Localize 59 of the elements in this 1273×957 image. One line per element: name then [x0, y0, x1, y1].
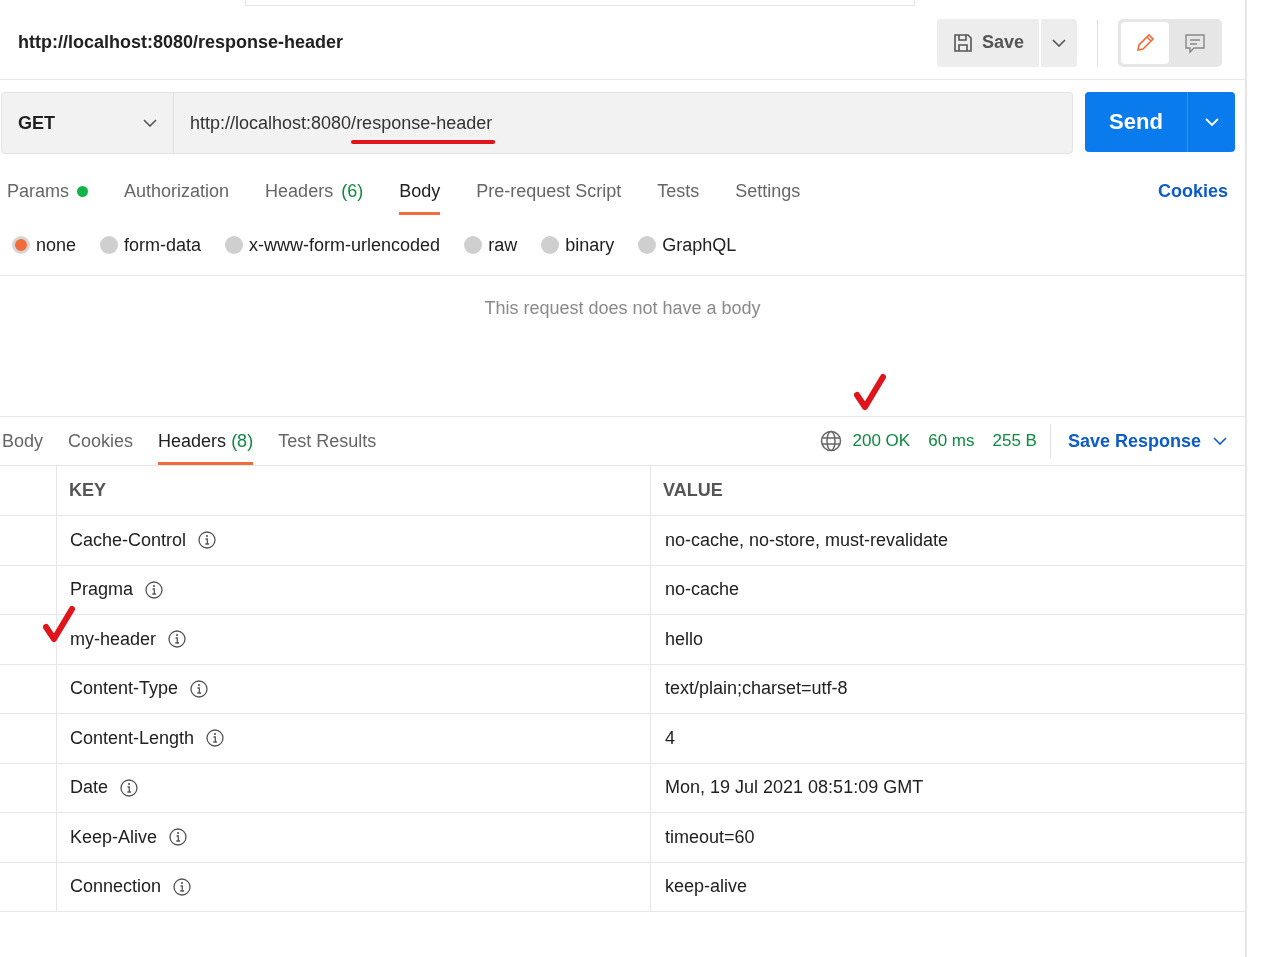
request-tab[interactable]: Tests	[657, 167, 700, 215]
save-button[interactable]: Save	[937, 18, 1039, 67]
header-key: Connection	[70, 876, 162, 898]
info-icon[interactable]	[120, 778, 139, 797]
save-icon	[951, 31, 974, 54]
body-type-radio[interactable]: binary	[541, 232, 615, 258]
response-size[interactable]: 255 B	[992, 431, 1037, 451]
info-icon[interactable]	[173, 877, 192, 896]
header-value: keep-alive	[665, 876, 748, 898]
request-tab[interactable]: Params	[7, 167, 88, 215]
response-time[interactable]: 60 ms	[928, 431, 975, 451]
save-response-button[interactable]: Save Response	[1067, 417, 1227, 465]
request-tab[interactable]: Body	[399, 167, 441, 215]
pencil-icon	[1134, 31, 1156, 54]
globe-icon[interactable]	[819, 430, 842, 452]
header-value: no-cache	[665, 579, 740, 601]
column-header: KEY	[69, 480, 106, 501]
info-icon[interactable]	[198, 531, 217, 550]
header-key: Date	[70, 777, 109, 799]
empty-body-message: This request does not have a body	[484, 298, 761, 320]
response-tab[interactable]: Headers (8)	[158, 417, 254, 465]
request-title: http://localhost:8080/response-header	[18, 32, 344, 53]
request-tab[interactable]: Settings	[735, 167, 801, 215]
request-tab[interactable]: Pre-request Script	[476, 167, 622, 215]
response-tab[interactable]: Test Results	[278, 417, 377, 465]
request-tab[interactable]: Headers (6)	[265, 167, 364, 215]
header-key: my-header	[70, 628, 157, 650]
caret-icon	[1052, 38, 1066, 47]
cookies-link[interactable]: Cookies	[1157, 180, 1228, 202]
info-icon[interactable]	[145, 580, 164, 599]
column-header: VALUE	[663, 480, 723, 501]
body-type-radio[interactable]: form-data	[100, 232, 202, 258]
request-tab[interactable]: Authorization	[124, 167, 230, 215]
header-key: Content-Type	[70, 678, 179, 700]
header-key: Content-Length	[70, 727, 195, 749]
header-value: no-cache, no-store, must-revalidate	[665, 529, 949, 551]
caret-icon	[1204, 118, 1219, 126]
header-value: timeout=60	[665, 826, 755, 848]
header-key: Cache-Control	[70, 529, 187, 551]
header-value: text/plain;charset=utf-8	[665, 678, 848, 700]
response-tab[interactable]: Body	[2, 417, 44, 465]
info-icon[interactable]	[206, 729, 225, 748]
header-key: Pragma	[70, 579, 134, 601]
header-value: hello	[665, 628, 704, 650]
comment-icon	[1184, 31, 1206, 54]
header-value: Mon, 19 Jul 2021 08:51:09 GMT	[665, 777, 924, 799]
body-type-radio[interactable]: GraphQL	[638, 232, 737, 258]
send-button[interactable]: Send	[1085, 92, 1187, 152]
body-type-radio[interactable]: raw	[464, 232, 518, 258]
header-value: 4	[665, 727, 675, 749]
caret-icon	[1213, 437, 1227, 445]
info-icon[interactable]	[190, 679, 209, 698]
body-type-radio[interactable]: x-www-form-urlencoded	[225, 232, 441, 258]
status-code[interactable]: 200 OK	[852, 431, 911, 451]
info-icon[interactable]	[168, 630, 187, 649]
body-type-radio[interactable]: none	[12, 232, 77, 258]
header-key: Keep-Alive	[70, 826, 158, 848]
response-tab[interactable]: Cookies	[68, 417, 134, 465]
info-icon[interactable]	[169, 828, 188, 847]
